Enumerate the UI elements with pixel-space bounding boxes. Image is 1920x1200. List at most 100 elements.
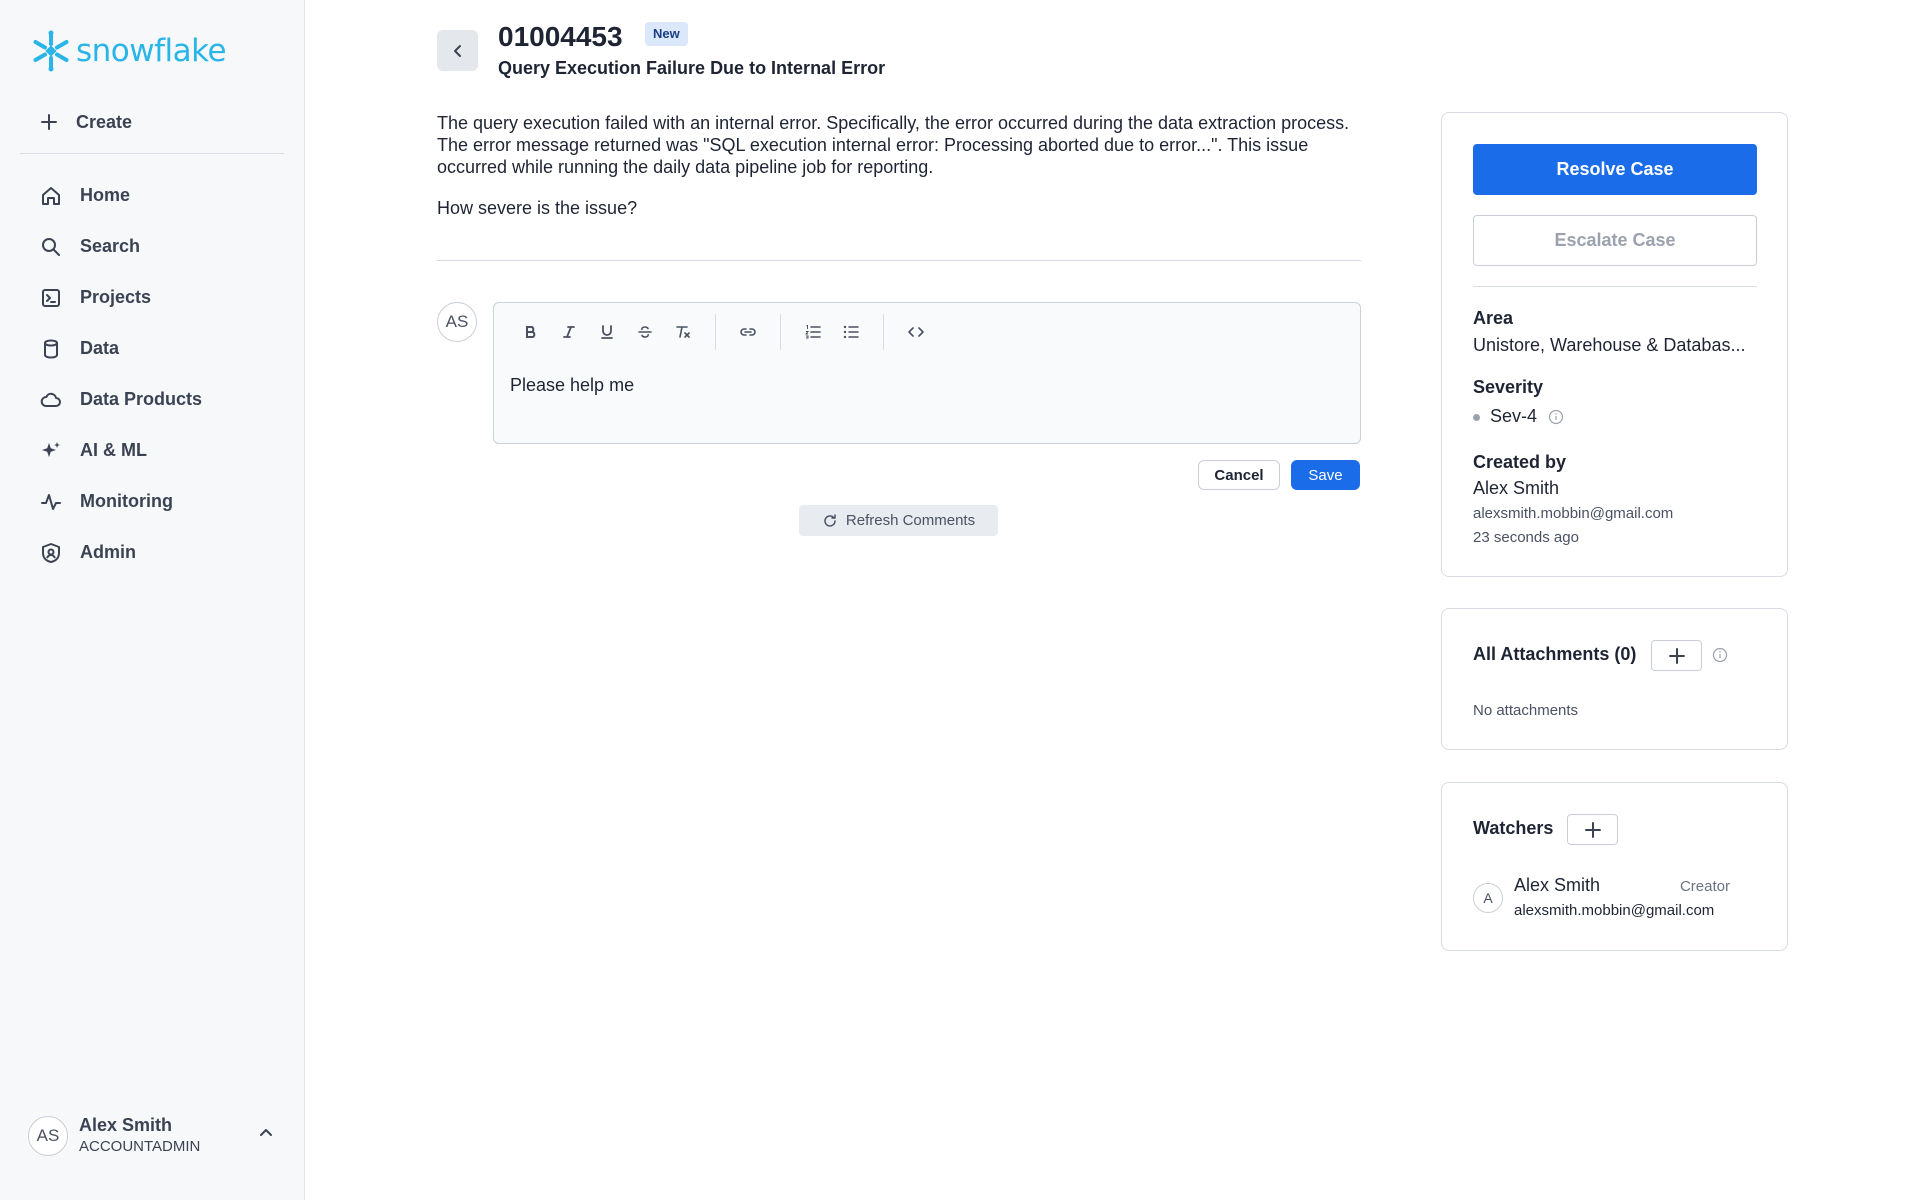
underline-icon: [601, 325, 613, 339]
sidebar-item-monitoring[interactable]: Monitoring: [20, 476, 284, 527]
watchers-card: Watchers A Alex Smith Creator alexsmith.…: [1441, 782, 1788, 951]
toolbar-separator: [780, 314, 781, 350]
severity-label: Severity: [1473, 377, 1544, 397]
create-label: Create: [76, 111, 133, 132]
underline-button[interactable]: [588, 315, 626, 349]
search-icon: [42, 237, 60, 256]
severity-text: Sev-4: [1490, 406, 1538, 426]
area-value: Unistore, Warehouse & Databas...: [1473, 335, 1746, 355]
created-by-email: alexsmith.mobbin@gmail.com: [1473, 505, 1674, 522]
ordered-list-button[interactable]: [794, 315, 832, 349]
area-label: Area: [1473, 308, 1514, 328]
sidebar-item-data[interactable]: Data: [20, 323, 284, 374]
home-icon: [42, 186, 60, 205]
attachments-card: All Attachments (0) No attachments: [1441, 608, 1788, 750]
comment-editor[interactable]: Please help me: [493, 302, 1361, 444]
snowflake-logo-icon: [33, 30, 69, 72]
link-icon: [740, 328, 756, 336]
cancel-button[interactable]: Cancel: [1198, 460, 1280, 490]
database-icon: [44, 339, 58, 359]
created-by-label: Created by: [1473, 452, 1567, 472]
status-badge: New: [645, 22, 688, 46]
sidebar-item-label: Projects: [80, 287, 152, 307]
link-button[interactable]: [729, 315, 767, 349]
sidebar-item-data-products[interactable]: Data Products: [20, 374, 284, 425]
code-button[interactable]: [897, 315, 935, 349]
plus-icon: [1584, 821, 1601, 838]
sidebar-item-label: Home: [80, 185, 131, 205]
user-menu[interactable]: AS Alex Smith ACCOUNTADMIN: [28, 1113, 284, 1159]
created-timestamp: 23 seconds ago: [1473, 529, 1579, 546]
sidebar-item-label: Data: [80, 338, 120, 358]
sparkle-icon: [42, 441, 60, 457]
sidebar: snowflake Create Home Search Projects Da…: [0, 0, 305, 1200]
watcher-avatar: A: [1473, 883, 1503, 913]
snowflake-logo[interactable]: snowflake: [30, 30, 227, 72]
case-details-card: Resolve Case Escalate Case Area Unistore…: [1441, 112, 1788, 577]
resolve-case-button[interactable]: Resolve Case: [1473, 144, 1757, 195]
severity-dot: [1473, 413, 1480, 421]
plus-icon: [41, 114, 57, 130]
shield-icon: [42, 542, 60, 563]
ordered-list-icon: [805, 325, 821, 339]
created-by-name: Alex Smith: [1473, 478, 1560, 498]
brand-name: snowflake: [76, 33, 227, 69]
sidebar-nav: Home Search Projects Data Data Products …: [20, 170, 284, 578]
sidebar-item-ai-ml[interactable]: AI & ML: [20, 425, 284, 476]
sidebar-divider: [20, 153, 284, 154]
sidebar-item-label: Data Products: [80, 389, 203, 409]
create-button[interactable]: Create: [20, 104, 284, 140]
avatar: AS: [28, 1116, 68, 1156]
watcher-role: Creator: [1679, 878, 1730, 895]
sidebar-item-label: Admin: [80, 542, 136, 562]
case-description: The query execution failed with an inter…: [437, 113, 1350, 177]
refresh-comments-button[interactable]: Refresh Comments: [799, 505, 998, 536]
user-info: Alex Smith ACCOUNTADMIN: [79, 1114, 200, 1158]
add-attachment-button[interactable]: [1651, 640, 1702, 671]
plus-icon: [1668, 647, 1685, 664]
editor-toolbar: [494, 303, 1360, 361]
escalate-case-button[interactable]: Escalate Case: [1473, 215, 1757, 266]
chevron-left-icon: [453, 44, 461, 57]
page-title: Query Execution Failure Due to Internal …: [498, 58, 886, 78]
clear-format-icon: [676, 326, 690, 338]
chevron-up-icon[interactable]: [258, 1125, 274, 1141]
sidebar-item-label: Monitoring: [80, 491, 173, 511]
sidebar-item-projects[interactable]: Projects: [20, 272, 284, 323]
toolbar-separator: [715, 314, 716, 350]
italic-icon: [563, 326, 575, 338]
info-icon[interactable]: [1548, 409, 1564, 425]
strikethrough-button[interactable]: [626, 315, 664, 349]
bold-icon: [526, 326, 536, 338]
bullet-list-icon: [843, 325, 859, 339]
toolbar-separator: [883, 314, 884, 350]
user-role: ACCOUNTADMIN: [79, 1138, 201, 1155]
case-number: 01004453: [498, 21, 623, 52]
sidebar-item-search[interactable]: Search: [20, 221, 284, 272]
add-watcher-button[interactable]: [1567, 814, 1618, 845]
attachments-title: All Attachments (0): [1473, 644, 1637, 664]
watcher-email: alexsmith.mobbin@gmail.com: [1514, 902, 1715, 919]
clear-format-button[interactable]: [664, 315, 702, 349]
refresh-icon: [824, 513, 836, 527]
save-button[interactable]: Save: [1291, 460, 1360, 490]
comment-input-text[interactable]: Please help me: [510, 375, 634, 396]
back-button[interactable]: [437, 30, 478, 71]
watchers-title: Watchers: [1473, 818, 1554, 838]
content-divider: [437, 260, 1361, 261]
severity-value: Sev-4: [1473, 406, 1564, 427]
no-attachments-text: No attachments: [1473, 702, 1579, 719]
info-icon[interactable]: [1712, 647, 1728, 663]
case-question: How severe is the issue?: [437, 198, 638, 218]
bold-button[interactable]: [512, 315, 550, 349]
projects-icon: [42, 288, 60, 307]
watcher-name: Alex Smith: [1514, 875, 1601, 895]
sidebar-item-home[interactable]: Home: [20, 170, 284, 221]
strikethrough-icon: [638, 326, 652, 338]
italic-button[interactable]: [550, 315, 588, 349]
sidebar-item-label: Search: [80, 236, 141, 256]
bullet-list-button[interactable]: [832, 315, 870, 349]
card-divider: [1473, 286, 1757, 287]
sidebar-item-admin[interactable]: Admin: [20, 527, 284, 578]
refresh-comments-label: Refresh Comments: [845, 512, 976, 529]
